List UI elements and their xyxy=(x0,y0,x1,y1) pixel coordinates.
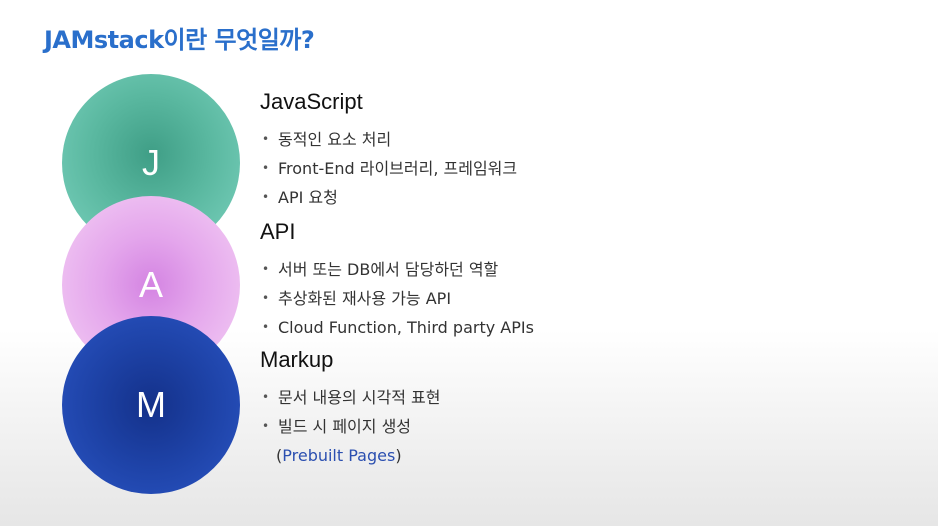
section-heading-markup: Markup xyxy=(260,347,334,372)
slide-title: JAMstack이란 무엇일까? xyxy=(44,26,315,54)
bullet-icon: • xyxy=(262,190,270,204)
prebuilt-pages-note: (Prebuilt Pages) xyxy=(260,441,440,470)
list-item-text: 동적인 요소 처리 xyxy=(278,130,392,149)
list-item: • Front-End 라이브러리, 프레임워크 xyxy=(260,154,517,183)
section-javascript: JavaScript • 동적인 요소 처리 • Front-End 라이브러리, … xyxy=(260,89,517,212)
list-item-text: 서버 또는 DB에서 담당하던 역할 xyxy=(278,260,499,279)
list-item-text: Cloud Function, Third party APIs xyxy=(278,318,534,337)
bullet-list-javascript: • 동적인 요소 처리 • Front-End 라이브러리, 프레임워크 • API … xyxy=(260,125,517,212)
note-close-paren: ) xyxy=(395,446,402,465)
list-item: • 추상화된 재사용 가능 API xyxy=(260,284,534,313)
list-item: • 동적인 요소 처리 xyxy=(260,125,517,154)
circle-j-letter: J xyxy=(142,142,160,183)
bullet-icon: • xyxy=(262,419,270,433)
bullet-icon: • xyxy=(262,161,270,175)
list-item-text: Front-End 라이브러리, 프레임워크 xyxy=(278,159,518,178)
bullet-icon: • xyxy=(262,390,270,404)
prebuilt-pages-term: Prebuilt Pages xyxy=(282,446,396,465)
circle-m: M xyxy=(62,316,240,494)
section-api: API • 서버 또는 DB에서 담당하던 역할 • 추상화된 재사용 가능 API… xyxy=(260,219,534,342)
circle-a-letter: A xyxy=(138,264,163,305)
section-markup: Markup • 문서 내용의 시각적 표현 • 빌드 시 페이지 생성 (Preb… xyxy=(260,347,440,470)
bullet-icon: • xyxy=(262,291,270,305)
bullet-list-markup: • 문서 내용의 시각적 표현 • 빌드 시 페이지 생성 xyxy=(260,383,440,441)
list-item-text: API 요청 xyxy=(278,188,338,207)
list-item-text: 빌드 시 페이지 생성 xyxy=(278,417,412,436)
list-item-text: 문서 내용의 시각적 표현 xyxy=(278,388,441,407)
bullet-icon: • xyxy=(262,262,270,276)
list-item: • 서버 또는 DB에서 담당하던 역할 xyxy=(260,255,534,284)
section-heading-api: API xyxy=(260,219,296,244)
circle-m-letter: M xyxy=(136,384,166,425)
list-item-text: 추상화된 재사용 가능 API xyxy=(278,289,452,308)
bullet-icon: • xyxy=(262,132,270,146)
bullet-icon: • xyxy=(262,320,270,334)
bullet-list-api: • 서버 또는 DB에서 담당하던 역할 • 추상화된 재사용 가능 API • Cl… xyxy=(260,255,534,342)
list-item: • Cloud Function, Third party APIs xyxy=(260,313,534,342)
list-item: • 문서 내용의 시각적 표현 xyxy=(260,383,440,412)
section-heading-javascript: JavaScript xyxy=(260,89,363,114)
list-item: • 빌드 시 페이지 생성 xyxy=(260,412,440,441)
list-item: • API 요청 xyxy=(260,183,517,212)
